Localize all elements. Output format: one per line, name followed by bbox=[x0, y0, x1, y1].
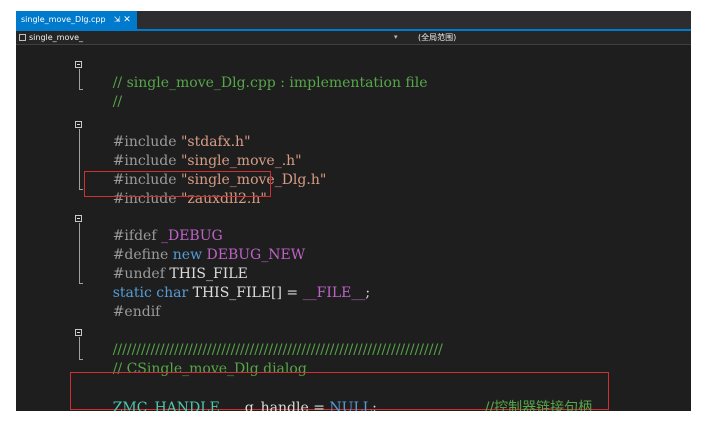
fold-guide bbox=[79, 69, 80, 89]
tab-single-move-dlg-cpp[interactable]: single_move_Dlg.cpp ⇲ ✕ bbox=[16, 11, 137, 29]
document-tab-strip: single_move_Dlg.cpp ⇲ ✕ bbox=[16, 11, 691, 31]
fold-guide-end bbox=[79, 283, 83, 284]
punctuation: ; bbox=[365, 285, 371, 301]
navigation-bar: single_move_ ▾ (全局范围) bbox=[16, 31, 691, 45]
fold-toggle-icon[interactable] bbox=[75, 121, 82, 128]
fold-toggle-icon[interactable] bbox=[75, 215, 82, 222]
fold-guide bbox=[79, 337, 80, 359]
fold-toggle-icon[interactable] bbox=[75, 329, 82, 336]
punctuation: ; bbox=[372, 400, 377, 411]
identifier: THIS_FILE[] = bbox=[188, 285, 303, 301]
fold-guide bbox=[79, 223, 80, 283]
project-dropdown[interactable]: single_move_ bbox=[29, 31, 83, 44]
close-icon[interactable]: ✕ bbox=[123, 15, 131, 25]
keyword: NULL bbox=[329, 400, 373, 411]
comment: // single_move_Dlg.cpp : implementation … bbox=[112, 75, 428, 91]
pin-icon[interactable]: ⇲ bbox=[114, 15, 121, 24]
code-line: g_handle = NULL; bbox=[218, 383, 377, 411]
fold-guide-end bbox=[79, 189, 83, 190]
tab-filename: single_move_Dlg.cpp bbox=[21, 15, 106, 24]
comment: // bbox=[112, 94, 123, 110]
comment: //控制器链接句柄 bbox=[484, 400, 593, 411]
fold-toggle-icon[interactable] bbox=[75, 61, 82, 68]
scope-dropdown[interactable]: (全局范围) bbox=[418, 31, 456, 44]
code-editor[interactable]: // single_move_Dlg.cpp : implementation … bbox=[16, 45, 691, 411]
macro: __FILE__ bbox=[302, 285, 366, 301]
code-line: // single_move_Dlg.cpp : implementation … bbox=[86, 58, 428, 109]
chevron-down-icon[interactable]: ▾ bbox=[394, 31, 398, 44]
type-name: ZMC_HANDLE bbox=[112, 400, 220, 411]
code-line: ZMC_HANDLE bbox=[86, 383, 220, 411]
project-icon bbox=[19, 34, 26, 41]
ide-window: single_move_Dlg.cpp ⇲ ✕ single_move_ ▾ (全局… bbox=[16, 11, 691, 411]
code-line: //控制器链接句柄 bbox=[458, 383, 592, 411]
fold-guide-end bbox=[79, 89, 83, 90]
identifier: g_handle = bbox=[244, 400, 330, 411]
preprocessor-directive: #endif bbox=[112, 304, 161, 320]
fold-guide-end bbox=[79, 359, 83, 360]
highlight-box-include bbox=[84, 171, 271, 197]
fold-guide bbox=[79, 129, 80, 189]
